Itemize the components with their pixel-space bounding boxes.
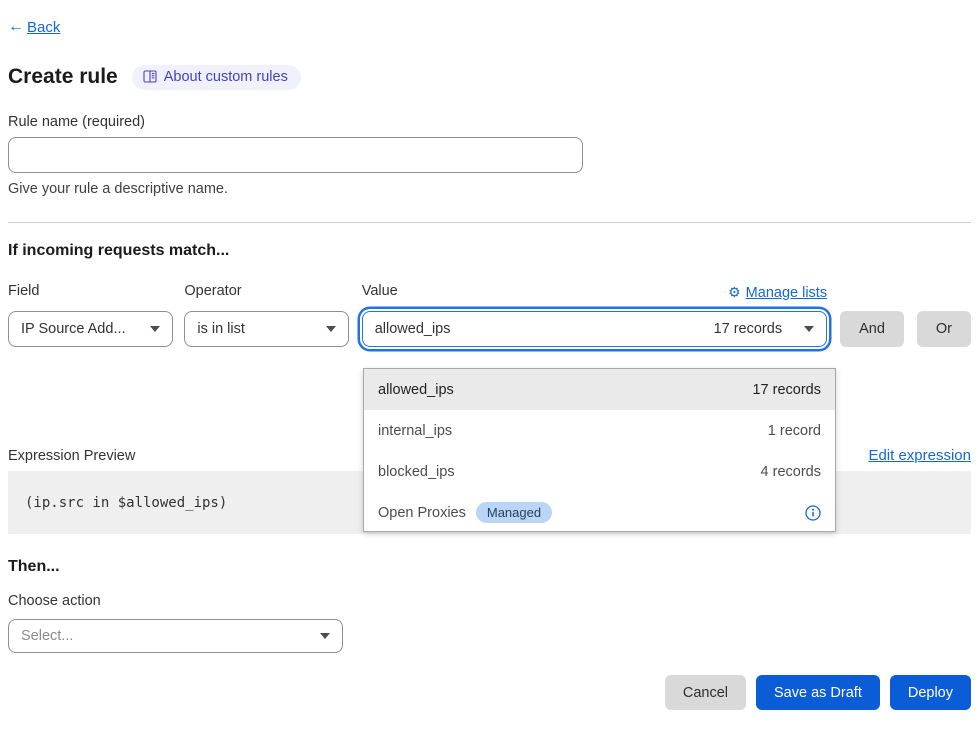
and-button[interactable]: And	[840, 311, 904, 347]
save-as-draft-button[interactable]: Save as Draft	[756, 675, 880, 710]
list-item-allowed-ips[interactable]: allowed_ips 17 records	[364, 369, 835, 410]
rule-name-helper: Give your rule a descriptive name.	[8, 181, 971, 199]
field-column: Field IP Source Add...	[8, 283, 173, 347]
list-item-open-proxies[interactable]: Open Proxies Managed	[364, 492, 835, 533]
back-link-label: Back	[27, 19, 60, 36]
list-item-name: internal_ips	[378, 423, 452, 439]
value-select-value: allowed_ips	[375, 321, 451, 337]
expression-preview-label: Expression Preview	[8, 448, 135, 464]
operator-column: Operator is in list	[184, 283, 348, 347]
operator-select-value: is in list	[197, 321, 245, 337]
about-pill-label: About custom rules	[164, 69, 288, 85]
cancel-button[interactable]: Cancel	[665, 675, 746, 710]
expression-code: (ip.src in $allowed_ips)	[25, 495, 227, 511]
chevron-down-icon	[150, 326, 160, 332]
chevron-down-icon	[320, 633, 330, 639]
value-label: Value	[362, 283, 398, 301]
action-select-placeholder: Select...	[21, 628, 73, 644]
footer-actions: Cancel Save as Draft Deploy	[8, 675, 971, 710]
rule-name-label: Rule name (required)	[8, 114, 971, 130]
section-divider	[8, 222, 971, 223]
action-select[interactable]: Select...	[8, 619, 343, 653]
info-icon[interactable]	[805, 505, 821, 521]
or-button[interactable]: Or	[917, 311, 971, 347]
value-column: Value ⚙ Manage lists allowed_ips 17 reco…	[362, 283, 827, 347]
create-rule-page: ← Back Create rule About custom rules Ru…	[0, 0, 979, 739]
match-section-heading: If incoming requests match...	[8, 242, 971, 262]
edit-expression-link[interactable]: Edit expression	[868, 447, 971, 464]
about-custom-rules-link[interactable]: About custom rules	[132, 65, 301, 90]
manage-lists-label: Manage lists	[746, 285, 827, 301]
value-select-right: 17 records	[714, 321, 815, 337]
manage-lists-link[interactable]: ⚙ Manage lists	[728, 284, 827, 301]
value-label-row: Value ⚙ Manage lists	[362, 283, 827, 301]
value-select-meta: 17 records	[714, 321, 783, 337]
list-item-name: allowed_ips	[378, 382, 454, 398]
operator-label: Operator	[184, 283, 348, 301]
field-select-value: IP Source Add...	[21, 321, 126, 337]
value-dropdown-menu: allowed_ips 17 records internal_ips 1 re…	[363, 368, 836, 532]
title-row: Create rule About custom rules	[8, 62, 971, 92]
operator-select[interactable]: is in list	[184, 311, 348, 347]
then-heading: Then...	[8, 558, 971, 578]
field-select[interactable]: IP Source Add...	[8, 311, 173, 347]
list-item-name: Open Proxies	[378, 505, 466, 521]
list-item-name: blocked_ips	[378, 464, 455, 480]
list-item-meta: 1 record	[768, 423, 821, 439]
managed-badge: Managed	[476, 502, 552, 523]
chevron-down-icon	[326, 326, 336, 332]
book-icon	[143, 70, 157, 83]
chevron-down-icon	[804, 326, 814, 332]
back-arrow-icon: ←	[8, 18, 24, 36]
match-controls-row: Field IP Source Add... Operator is in li…	[8, 283, 971, 347]
list-item-meta: 4 records	[761, 464, 821, 480]
gear-icon: ⚙	[728, 284, 741, 301]
deploy-button[interactable]: Deploy	[890, 675, 971, 710]
choose-action-label: Choose action	[8, 593, 971, 611]
field-label: Field	[8, 283, 173, 301]
list-item-internal-ips[interactable]: internal_ips 1 record	[364, 410, 835, 451]
value-select[interactable]: allowed_ips 17 records	[362, 311, 827, 347]
list-item-meta: 17 records	[752, 382, 821, 398]
list-item-blocked-ips[interactable]: blocked_ips 4 records	[364, 451, 835, 492]
rule-name-input[interactable]	[8, 137, 583, 173]
back-link[interactable]: ← Back	[8, 18, 60, 36]
page-title: Create rule	[8, 65, 118, 89]
